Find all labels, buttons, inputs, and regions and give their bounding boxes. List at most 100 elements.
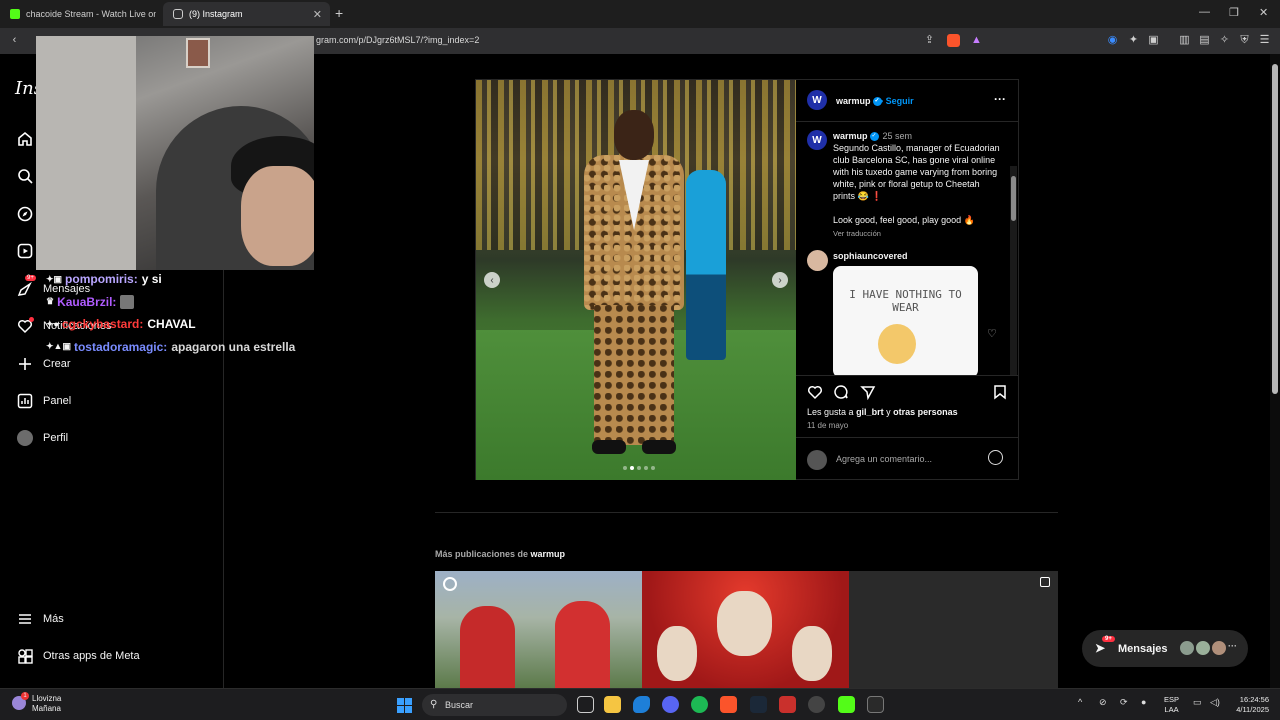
url-field[interactable]: gram.com/p/DJgrz6tMSL7/?img_index=2 <box>316 35 479 45</box>
shoe <box>592 440 626 454</box>
brave-rewards-icon[interactable]: ▲ <box>970 34 983 47</box>
comment-like-icon[interactable]: ♡ <box>987 327 997 340</box>
search-icon <box>16 167 34 185</box>
kick-icon[interactable] <box>838 696 855 713</box>
clock[interactable]: 16:24:56 4/11/2025 <box>1229 695 1269 715</box>
author-avatar[interactable]: W <box>807 90 827 110</box>
save-icon[interactable] <box>991 383 1009 401</box>
gif-chick <box>878 324 916 364</box>
tray-overflow-icon[interactable]: ^ <box>1078 697 1082 707</box>
close-tab-icon[interactable]: ✕ <box>313 8 322 21</box>
caption-avatar[interactable]: W <box>807 130 827 150</box>
heart-icon <box>16 317 34 335</box>
caption-time: 25 sem <box>882 131 913 141</box>
sidebar-item-label: Más <box>43 613 64 625</box>
network-off-icon[interactable]: ⊘ <box>1099 697 1107 708</box>
comments-scrollbar[interactable] <box>1010 166 1017 375</box>
sidebar-item-profile[interactable]: Perfil <box>16 426 68 450</box>
windows-taskbar: 1 Llovizna Mañana ⚲ Buscar ^ ⊘ ⟳ ● ESP LAA… <box>0 688 1280 720</box>
edge-bing-icon[interactable] <box>633 696 650 713</box>
translate-link[interactable]: Ver traducción <box>833 228 1003 240</box>
file-explorer-icon[interactable] <box>604 696 621 713</box>
wallet-icon[interactable]: ▤ <box>1198 34 1211 47</box>
tab-title: (9) Instagram <box>189 9 243 19</box>
search-icon: ⚲ <box>430 699 438 710</box>
sidebar-item-meta-apps[interactable]: Otras apps de Meta <box>16 644 140 668</box>
sidebar-toggle-icon[interactable]: ▥ <box>1178 34 1191 47</box>
menu-icon[interactable]: ☰ <box>1258 34 1271 47</box>
chat-badge-icon: ✦▣ <box>46 273 63 284</box>
carousel-dot-active <box>630 466 634 470</box>
sync-icon[interactable]: ⟳ <box>1120 697 1128 708</box>
comment-icon[interactable] <box>832 383 850 401</box>
start-button[interactable] <box>397 698 412 713</box>
volume-icon[interactable]: ◁) <box>1210 697 1220 708</box>
voicemeeter-icon[interactable] <box>779 696 796 713</box>
messages-floating-button[interactable]: ➤ 9+ Mensajes ··· <box>1082 630 1248 667</box>
sidebar-item-dashboard[interactable]: Panel <box>16 389 71 413</box>
chat-message: ✦▲▣ tostadoramagic: apagaron una estrell… <box>46 336 295 359</box>
brave-shield-icon[interactable] <box>947 34 960 47</box>
avatar <box>16 429 34 447</box>
likes-user[interactable]: gil_brt <box>856 407 884 417</box>
prev-image-button[interactable]: ‹ <box>484 272 500 288</box>
more-options-icon[interactable]: ··· <box>994 92 1006 106</box>
spotify-icon[interactable] <box>691 696 708 713</box>
page-scrollbar[interactable] <box>1270 54 1280 688</box>
minimize-button[interactable]: — <box>1199 6 1210 18</box>
likes-others[interactable]: otras personas <box>893 407 958 417</box>
brave-icon[interactable] <box>720 696 737 713</box>
new-tab-button[interactable]: + <box>335 5 343 21</box>
post-header: W warmup ✓ • Seguir ··· <box>796 80 1019 122</box>
chat-username: tostadoramagic: <box>73 339 168 354</box>
emoji-icon[interactable] <box>988 450 1003 465</box>
reader-icon[interactable]: ▣ <box>1147 34 1160 47</box>
close-window-button[interactable]: ✕ <box>1259 6 1268 19</box>
more-post-thumbnail[interactable] <box>435 571 642 688</box>
epic-games-icon[interactable] <box>867 696 884 713</box>
task-view-icon[interactable] <box>577 696 594 713</box>
more-post-thumbnail[interactable] <box>849 571 1058 688</box>
search-placeholder: Buscar <box>445 700 474 710</box>
vpn-icon[interactable]: ⛨ <box>1238 34 1251 47</box>
comment-author[interactable]: sophiauncovered <box>833 251 908 261</box>
leo-ai-icon[interactable]: ✧ <box>1218 34 1231 47</box>
discord-icon[interactable] <box>662 696 679 713</box>
back-icon[interactable]: ‹ <box>8 34 21 47</box>
browser-tab-kick[interactable]: chacoide Stream - Watch Live on <box>0 2 160 26</box>
microphone-icon[interactable]: ● <box>1141 697 1146 707</box>
comment-avatar[interactable] <box>807 250 828 271</box>
restore-button[interactable]: ❐ <box>1229 6 1239 19</box>
language-indicator[interactable]: ESP LAA <box>1164 695 1179 715</box>
follow-button[interactable]: • Seguir <box>880 96 914 106</box>
display-icon[interactable]: ▭ <box>1193 697 1202 708</box>
sidebar-item-more[interactable]: Más <box>16 607 64 631</box>
extensions-icon[interactable]: ✦ <box>1127 34 1140 47</box>
more-posts-author[interactable]: warmup <box>531 549 566 559</box>
share-icon[interactable] <box>859 383 877 401</box>
sidebar-item-label: Crear <box>43 358 71 370</box>
scrollbar-thumb[interactable] <box>1011 176 1016 221</box>
post-actions: Les gusta a gil_brt y otras personas 11 … <box>796 375 1019 437</box>
taskbar-search[interactable]: ⚲ Buscar <box>422 694 567 716</box>
more-post-thumbnail[interactable] <box>642 571 849 688</box>
author-name[interactable]: warmup ✓ <box>836 96 882 107</box>
obs-icon[interactable] <box>808 696 825 713</box>
avatar <box>1211 640 1227 656</box>
browser-tab-instagram[interactable]: (9) Instagram ✕ <box>163 2 330 26</box>
post-photo[interactable]: ‹ › <box>476 80 796 480</box>
plus-icon <box>16 355 34 373</box>
likes-connector: y <box>886 407 891 417</box>
share-icon[interactable]: ⇪ <box>923 34 936 47</box>
comment-input[interactable]: Agrega un comentario... <box>836 454 932 464</box>
steam-icon[interactable] <box>750 696 767 713</box>
chat-message: ✦● cgckybastard: CHAVAL <box>46 313 295 336</box>
audio-icon[interactable]: ◉ <box>1106 34 1119 47</box>
next-image-button[interactable]: › <box>772 272 788 288</box>
add-comment-bar: Agrega un comentario... <box>796 437 1019 480</box>
more-avatars-icon: ··· <box>1228 641 1237 651</box>
scrollbar-thumb[interactable] <box>1272 64 1278 394</box>
caption-author[interactable]: warmup <box>833 131 868 141</box>
like-icon[interactable] <box>806 383 824 401</box>
section-divider <box>435 512 1058 513</box>
